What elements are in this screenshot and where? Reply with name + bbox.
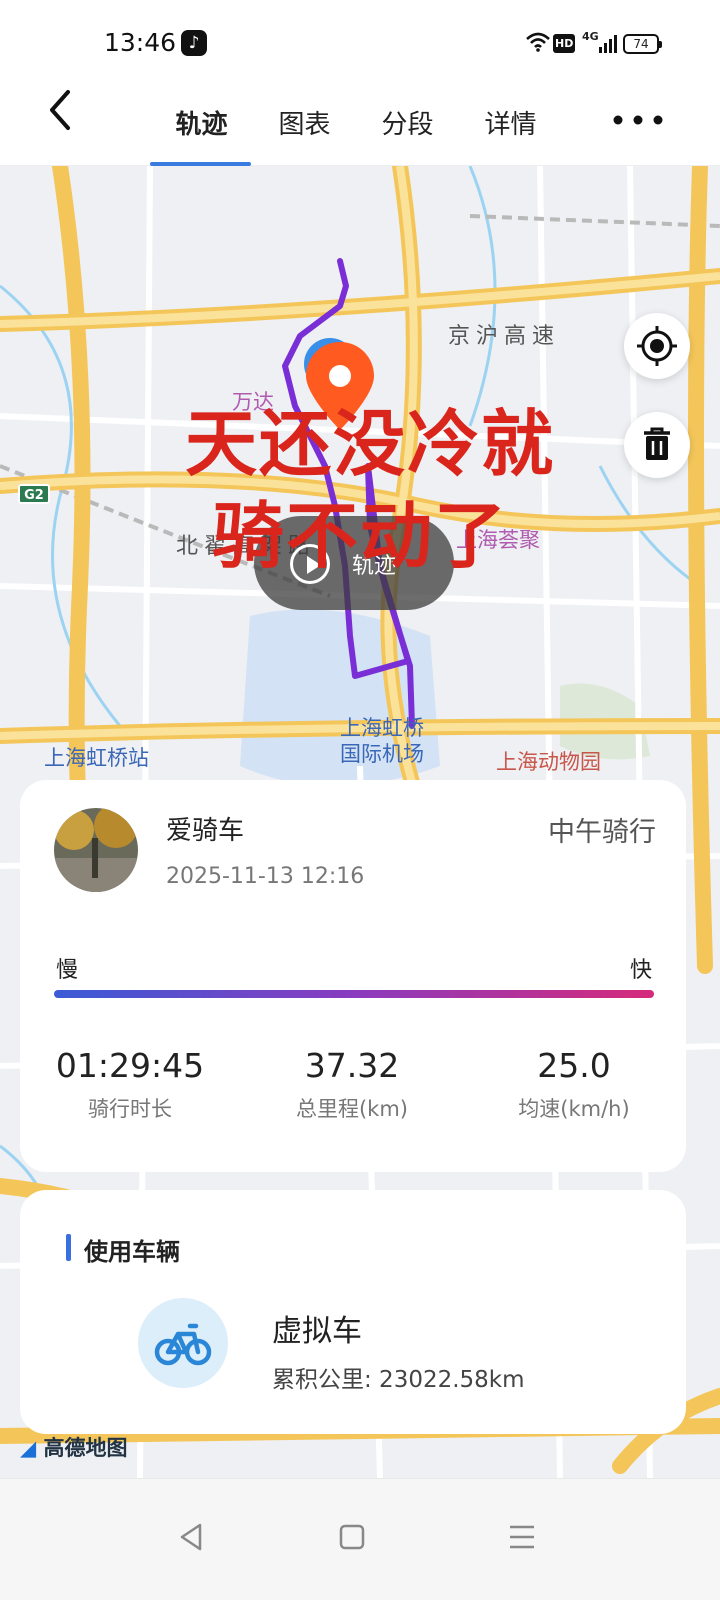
wifi-icon <box>526 32 550 52</box>
stat-distance: 37.32 总里程(km) <box>252 1046 452 1123</box>
top-nav: 轨迹 图表 分段 详情 <box>0 88 720 166</box>
tab-track[interactable]: 轨迹 <box>150 88 253 166</box>
stat-label: 骑行时长 <box>88 1097 172 1121</box>
home-square-icon[interactable] <box>330 1515 374 1559</box>
network-type: 4G <box>582 30 599 43</box>
vehicle-cumulative-distance: 累积公里: 23022.58km <box>272 1367 525 1393</box>
stat-value: 01:29:45 <box>55 1046 205 1085</box>
tiktok-icon: ♪ <box>181 30 207 56</box>
battery-indicator: 74 <box>623 34 662 54</box>
bicycle-icon-wrap <box>138 1298 228 1388</box>
tab-segments[interactable]: 分段 <box>356 88 459 166</box>
overlay-caption-line2: 骑不动了 <box>211 494 508 578</box>
stat-value: 25.0 <box>537 1046 611 1085</box>
stat-value: 37.32 <box>304 1046 400 1085</box>
status-time: 13:46 <box>104 28 177 57</box>
tab-chart[interactable]: 图表 <box>253 88 356 166</box>
system-nav-bar <box>0 1478 720 1600</box>
back-triangle-icon[interactable] <box>170 1515 214 1559</box>
vehicle-name: 虚拟车 <box>272 1314 362 1349</box>
ride-type: 中午骑行 <box>548 817 656 848</box>
status-bar: 13:46 ♪ HD 4G 74 <box>0 0 720 88</box>
signal-icon <box>599 35 617 53</box>
speed-fast-label: 快 <box>629 958 652 983</box>
ride-datetime: 2025-11-13 12:16 <box>166 864 365 889</box>
username: 爱骑车 <box>166 816 245 846</box>
hd-badge: HD <box>553 34 576 53</box>
more-dots-icon[interactable] <box>608 108 668 132</box>
map-watermark: ◢ 高德地图 <box>20 1432 127 1462</box>
speed-gradient-bar <box>54 990 654 998</box>
stat-label: 均速(km/h) <box>518 1097 630 1121</box>
speed-slow-label: 慢 <box>56 958 79 983</box>
section-title: 使用车辆 <box>66 1232 180 1267</box>
stat-avg-speed: 25.0 均速(km/h) <box>474 1046 674 1123</box>
poi-hongqiao-airport-2: 国际机场 <box>340 742 424 766</box>
poi-hongqiao-station: 上海虹桥站 <box>44 746 149 770</box>
stat-label: 总里程(km) <box>295 1097 408 1121</box>
tab-details[interactable]: 详情 <box>459 88 562 166</box>
stat-duration: 01:29:45 骑行时长 <box>30 1046 230 1123</box>
bicycle-icon <box>154 1323 212 1366</box>
locate-button[interactable] <box>624 313 690 379</box>
map-watermark-text: 高德地图 <box>43 1436 128 1460</box>
tab-bar: 轨迹 图表 分段 详情 <box>150 88 562 166</box>
road-label-jinghu: 京沪高速 <box>448 324 561 349</box>
avatar[interactable] <box>54 808 138 892</box>
locate-icon <box>637 326 677 366</box>
overlay-caption-line1: 天还没冷就 <box>184 402 555 486</box>
screen: 13:46 ♪ HD 4G 74 轨迹 图表 分段 详情 G2 京沪高速 万达 … <box>0 0 720 1600</box>
poi-zoo: 上海动物园 <box>496 750 601 774</box>
gaode-logo-icon: ◢ <box>20 1436 37 1460</box>
vehicle-card[interactable]: 使用车辆 虚拟车 累积公里: 23022.58km <box>20 1190 686 1434</box>
ride-summary-card: 爱骑车 2025-11-13 12:16 中午骑行 慢 快 01:29:45 骑… <box>20 780 686 1172</box>
back-chevron-icon[interactable] <box>42 88 82 138</box>
menu-lines-icon[interactable] <box>500 1515 544 1559</box>
